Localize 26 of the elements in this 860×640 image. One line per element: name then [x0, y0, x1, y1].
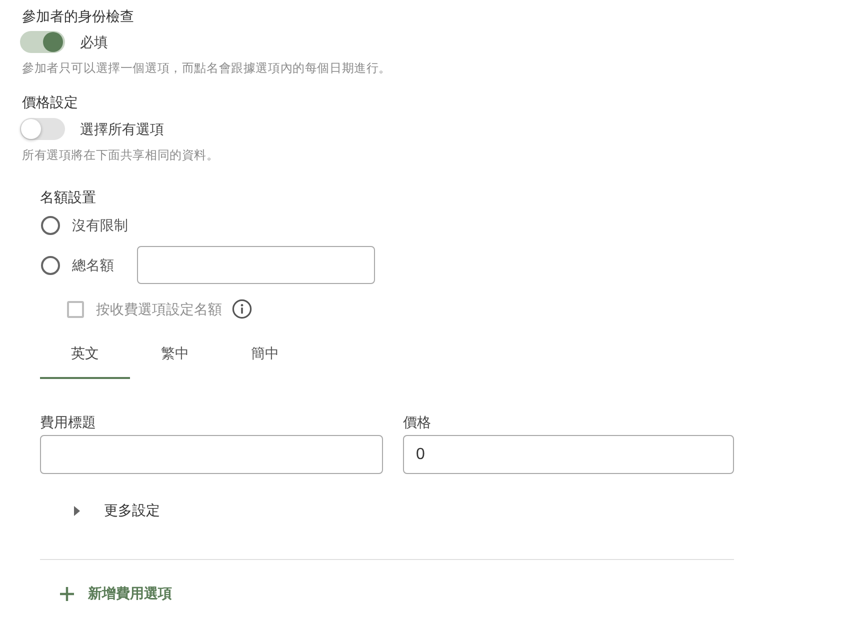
radio-label: 沒有限制: [72, 216, 128, 235]
radio-button[interactable]: [41, 256, 60, 274]
plus-icon: [60, 587, 74, 601]
info-icon: [232, 299, 252, 319]
section-title: 參加者的身份檢查: [22, 7, 135, 26]
hint-text: 參加者只可以選擇一個選項，而點名會跟據選項內的每個日期進行。: [22, 60, 392, 76]
field-label: 價格: [403, 413, 432, 431]
language-tab[interactable]: 繁中: [130, 331, 220, 379]
radio-button[interactable]: [41, 216, 60, 234]
language-tab[interactable]: 英文: [40, 331, 130, 379]
quota-input[interactable]: [137, 246, 375, 284]
radio-label: 總名額: [72, 256, 114, 275]
toggle-label: 選擇所有選項: [80, 120, 164, 139]
section-title: 價格設定: [22, 93, 79, 112]
input-field[interactable]: [40, 435, 383, 474]
quota-title: 名額設置: [40, 188, 97, 206]
input-field[interactable]: 0: [403, 435, 734, 474]
hint-text: 所有選項將在下面共享相同的資料。: [22, 147, 220, 163]
add-fee-option-button[interactable]: 新增費用選項: [50, 576, 182, 612]
more-settings-toggle[interactable]: 更多設定: [72, 501, 162, 521]
language-tab[interactable]: 簡中: [220, 331, 310, 379]
toggle-switch[interactable]: [20, 31, 65, 53]
toggle-label: 必填: [80, 33, 108, 52]
field-label: 費用標題: [40, 413, 97, 431]
toggle-switch[interactable]: [20, 118, 65, 140]
checkbox-label: 按收費選項設定名額: [96, 300, 222, 319]
